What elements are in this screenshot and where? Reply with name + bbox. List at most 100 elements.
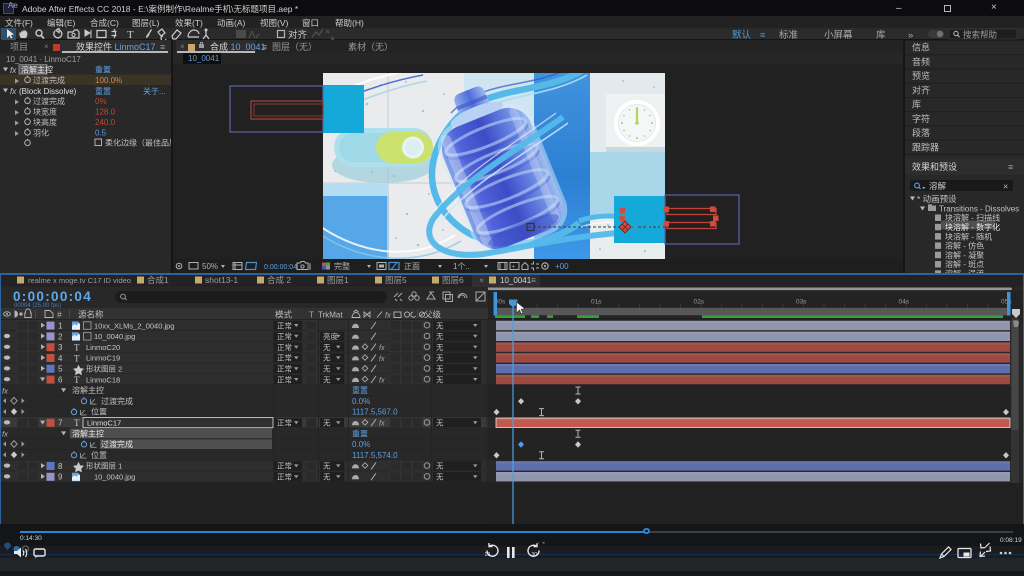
svg-text:50%: 50% <box>202 262 218 271</box>
svg-text:无: 无 <box>436 354 444 363</box>
svg-text:6: 6 <box>58 376 63 385</box>
svg-text:正常: 正常 <box>277 365 292 374</box>
svg-text:正面: 正面 <box>404 262 420 271</box>
svg-text:亮度: 亮度 <box>323 331 338 341</box>
svg-text:128.0: 128.0 <box>95 108 116 117</box>
svg-text:位置: 位置 <box>91 450 107 460</box>
svg-text:效果和预设: 效果和预设 <box>912 161 957 172</box>
svg-text:跟踪器: 跟踪器 <box>912 141 939 152</box>
svg-text:(Block Dissolve): (Block Dissolve) <box>19 87 77 96</box>
svg-text:fx: fx <box>379 421 385 428</box>
svg-text:无: 无 <box>323 462 331 471</box>
svg-text:无: 无 <box>323 375 331 384</box>
svg-text:无: 无 <box>323 354 331 363</box>
svg-text:重置: 重置 <box>95 86 111 96</box>
svg-text:块溶解 - 数字化: 块溶解 - 数字化 <box>945 222 1000 232</box>
svg-text:无: 无 <box>436 343 444 352</box>
svg-text:T: T <box>127 29 134 40</box>
svg-text:240.0: 240.0 <box>95 118 116 127</box>
svg-text:正常: 正常 <box>277 462 292 471</box>
svg-text:位置: 位置 <box>91 407 107 417</box>
svg-text:柔化边缘（最佳品质: 柔化边缘（最佳品质 <box>105 138 171 148</box>
svg-text:库: 库 <box>876 29 886 40</box>
svg-text:9: 9 <box>58 473 63 482</box>
svg-text:无: 无 <box>436 332 444 341</box>
svg-text:形状图层 1: 形状图层 1 <box>86 461 122 471</box>
svg-text:溶解主控: 溶解主控 <box>72 385 104 395</box>
svg-text:0:00:00:04: 0:00:00:04 <box>13 289 92 304</box>
svg-text:0:00:00:04: 0:00:00:04 <box>264 264 297 271</box>
svg-text:标准: 标准 <box>779 29 799 40</box>
svg-text:信息: 信息 <box>912 42 930 53</box>
svg-text:小屏幕: 小屏幕 <box>824 29 853 40</box>
svg-text:默认: 默认 <box>732 29 752 40</box>
svg-text:fx: fx <box>10 87 17 96</box>
svg-text:重置: 重置 <box>352 428 368 438</box>
svg-text:LinmoC19: LinmoC19 <box>86 354 120 363</box>
svg-text:正常: 正常 <box>277 354 292 363</box>
svg-text:过渡完成: 过渡完成 <box>101 439 133 449</box>
svg-text:正常: 正常 <box>277 332 292 341</box>
svg-text:0%: 0% <box>95 97 107 106</box>
svg-text:对齐: 对齐 <box>288 29 308 40</box>
svg-text:≡: ≡ <box>531 275 536 285</box>
svg-text:realme x moge.tv C17 ID video: realme x moge.tv C17 ID video <box>28 276 131 285</box>
svg-text:块宽度: 块宽度 <box>33 107 57 117</box>
svg-text:无: 无 <box>436 462 444 471</box>
svg-text:T: T <box>74 375 80 385</box>
svg-text:T: T <box>74 418 80 428</box>
svg-text:4: 4 <box>58 354 63 363</box>
svg-text:库: 库 <box>912 99 921 110</box>
svg-text:100.0%: 100.0% <box>95 76 122 85</box>
svg-text:正常: 正常 <box>277 343 292 352</box>
svg-text:重置: 重置 <box>95 65 111 75</box>
svg-text:10_0041: 10_0041 <box>500 276 532 285</box>
svg-text:形状图层 2: 形状图层 2 <box>86 364 122 374</box>
svg-text:重置: 重置 <box>352 385 368 395</box>
svg-text:块溶解 - 扫描线: 块溶解 - 扫描线 <box>945 213 1000 223</box>
svg-text:04s: 04s <box>899 299 910 306</box>
svg-text:正常: 正常 <box>277 375 292 384</box>
svg-text:fx: fx <box>2 430 8 439</box>
svg-text:音频: 音频 <box>912 56 930 67</box>
svg-text:合成1: 合成1 <box>147 275 169 285</box>
svg-text:fx: fx <box>379 356 385 363</box>
svg-text:完整: 完整 <box>334 261 350 271</box>
svg-text:10_0040.jpg: 10_0040.jpg <box>94 332 135 341</box>
svg-text:×: × <box>479 275 484 285</box>
svg-text:溶解: 溶解 <box>929 181 947 191</box>
svg-text:05s: 05s <box>1001 299 1012 306</box>
svg-text:01s: 01s <box>591 299 602 306</box>
svg-text:+00: +00 <box>555 262 569 271</box>
svg-text:图层6: 图层6 <box>442 275 464 285</box>
svg-text:≡: ≡ <box>1008 162 1013 172</box>
svg-text:1117.5,567.0: 1117.5,567.0 <box>352 408 398 417</box>
svg-text:溶解主控: 溶解主控 <box>21 65 53 75</box>
svg-text:溶解 - 凝聚: 溶解 - 凝聚 <box>945 250 984 260</box>
svg-text:无: 无 <box>436 365 444 374</box>
svg-text:模式: 模式 <box>275 310 293 320</box>
svg-text:过渡完成: 过渡完成 <box>33 75 65 85</box>
svg-text:7: 7 <box>58 419 63 428</box>
svg-text:无: 无 <box>436 321 444 330</box>
svg-text:shot13-1: shot13-1 <box>205 275 238 285</box>
svg-text:2: 2 <box>58 332 63 341</box>
svg-text:03s: 03s <box>796 299 807 306</box>
svg-text:8: 8 <box>58 462 63 471</box>
svg-text:无: 无 <box>436 473 444 482</box>
svg-text:30: 30 <box>532 552 538 558</box>
svg-text:10xx_XLMs_2_0040.jpg: 10xx_XLMs_2_0040.jpg <box>94 321 174 330</box>
svg-text:溶解 - 仿色: 溶解 - 仿色 <box>945 241 984 251</box>
svg-text:≡: ≡ <box>760 30 765 40</box>
svg-text:父级: 父级 <box>424 310 442 320</box>
svg-text:无: 无 <box>436 375 444 384</box>
svg-text:»: » <box>908 30 913 40</box>
svg-text:正常: 正常 <box>277 321 292 330</box>
svg-text:fx: fx <box>379 378 385 385</box>
svg-text:#: # <box>57 310 62 320</box>
svg-text:正常: 正常 <box>277 419 292 428</box>
svg-text:×: × <box>1003 182 1008 192</box>
svg-text:10_0040.jpg: 10_0040.jpg <box>94 473 135 482</box>
svg-text:无: 无 <box>323 365 331 374</box>
svg-text:无: 无 <box>323 419 331 428</box>
